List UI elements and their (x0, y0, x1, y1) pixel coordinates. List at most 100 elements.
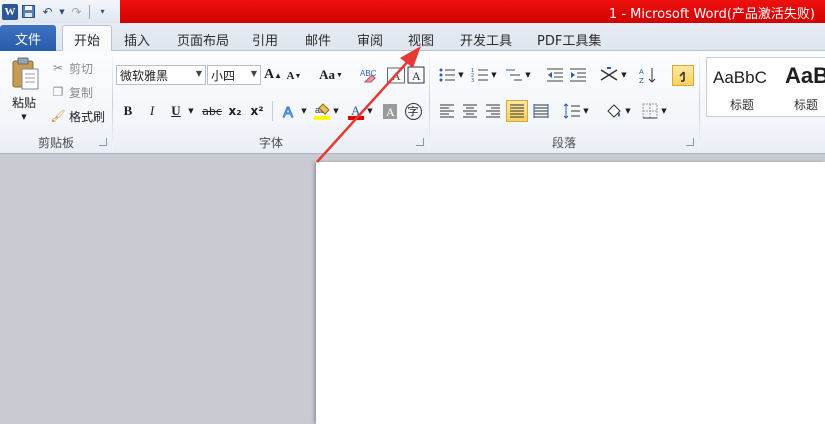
paste-button[interactable]: 粘贴 (8, 93, 40, 111)
font-name-value: 微软雅黑 (120, 68, 169, 83)
copy-button[interactable]: ❐ 复制 (50, 83, 93, 101)
svg-text:A: A (386, 105, 395, 119)
font-launcher-icon[interactable] (416, 138, 424, 146)
borders-icon[interactable] (640, 101, 660, 121)
paragraph-launcher-icon[interactable] (686, 138, 694, 146)
scissors-icon: ✂ (52, 61, 64, 75)
font-color-dropdown-icon[interactable]: ▼ (366, 103, 374, 119)
borders-dropdown-icon[interactable]: ▼ (660, 103, 668, 119)
tab-insert[interactable]: 插入 (124, 27, 150, 51)
style-heading-1[interactable]: AaBbC 标题 (707, 58, 777, 116)
change-case-button[interactable]: Aa ▼ (318, 65, 344, 85)
svg-text:Z: Z (639, 77, 644, 84)
char-border-icon[interactable]: A (406, 65, 426, 85)
bullets-dropdown-icon[interactable]: ▼ (457, 67, 465, 83)
shading-icon[interactable] (604, 101, 624, 121)
enclose-character-icon[interactable]: 字 (403, 101, 423, 121)
style-heading-2[interactable]: AaB 标题 (779, 58, 825, 116)
tab-references[interactable]: 引用 (252, 27, 278, 51)
underline-dropdown-icon[interactable]: ▼ (186, 103, 196, 119)
chinese-layout-icon[interactable] (598, 65, 620, 85)
superscript-button[interactable]: x² (248, 101, 266, 121)
strikethrough-button[interactable]: abc (200, 101, 224, 121)
quick-access-toolbar: W ↶ ▼ ↷ ▾ (2, 2, 111, 21)
copy-icon: ❐ (52, 85, 64, 99)
paste-icon[interactable] (8, 55, 42, 95)
multilevel-dropdown-icon[interactable]: ▼ (524, 67, 532, 83)
customize-qat-icon[interactable]: ▾ (94, 3, 111, 20)
tab-review[interactable]: 审阅 (357, 27, 383, 51)
bullets-icon[interactable] (437, 65, 457, 85)
format-painter-button[interactable]: 🖌 格式刷 (50, 107, 105, 125)
shrink-font-button[interactable]: A ▼ (286, 67, 302, 85)
undo-icon[interactable]: ↶ (39, 3, 56, 20)
multilevel-list-icon[interactable] (504, 65, 524, 85)
chinese-layout-dropdown-icon[interactable]: ▼ (620, 67, 628, 83)
tab-pdf-tools[interactable]: PDF工具集 (537, 27, 601, 51)
svg-text:A: A (351, 103, 361, 118)
numbering-icon[interactable]: 123 (470, 65, 490, 85)
shrink-font-label: A (286, 70, 295, 82)
align-left-icon[interactable] (437, 101, 457, 121)
group-separator (699, 55, 700, 151)
distributed-align-icon[interactable] (531, 101, 551, 121)
align-right-icon[interactable] (483, 101, 503, 121)
paragraph-group-label: 段落 (551, 136, 576, 150)
tab-home[interactable]: 开始 (62, 25, 113, 52)
copy-label: 复制 (69, 85, 94, 100)
font-row-separator (272, 101, 273, 121)
clipboard-launcher-icon[interactable] (99, 138, 107, 146)
align-center-icon[interactable] (460, 101, 480, 121)
underline-button[interactable]: U (166, 101, 186, 121)
paintbrush-icon: 🖌 (50, 109, 66, 123)
text-effects-dropdown-icon[interactable]: ▼ (300, 103, 308, 119)
undo-dropdown-icon[interactable]: ▼ (58, 3, 66, 20)
document-page[interactable] (316, 162, 825, 424)
highlight-dropdown-icon[interactable]: ▼ (332, 103, 340, 119)
tab-view[interactable]: 视图 (408, 27, 434, 51)
tab-developer[interactable]: 开发工具 (460, 27, 512, 51)
shading-dropdown-icon[interactable]: ▼ (624, 103, 632, 119)
line-spacing-icon[interactable] (562, 101, 582, 121)
svg-text:3: 3 (471, 78, 474, 83)
ribbon: 粘贴 ▼ ✂ 剪切 ❐ 复制 🖌 格式刷 剪贴板 微软雅黑 ▼ 小四 ▼ A ▲ … (0, 51, 825, 154)
chevron-down-icon[interactable]: ▼ (251, 69, 257, 78)
word-app-icon[interactable]: W (2, 3, 18, 20)
bold-button[interactable]: B (118, 101, 138, 121)
change-case-label: Aa (319, 67, 335, 82)
tab-file[interactable]: 文件 (0, 25, 56, 51)
grow-font-button[interactable]: A ▲ (264, 65, 282, 85)
clipboard-group-label: 剪贴板 (37, 136, 74, 150)
tab-page-layout[interactable]: 页面布局 (177, 27, 229, 51)
subscript-button[interactable]: x₂ (226, 101, 244, 121)
show-formatting-marks-button[interactable] (672, 65, 694, 86)
svg-text:A: A (412, 69, 421, 83)
sort-icon[interactable]: AZ (638, 65, 658, 85)
svg-text:A: A (639, 68, 644, 76)
font-name-combo[interactable]: 微软雅黑 ▼ (116, 65, 206, 85)
style-sample: AaB (785, 63, 825, 88)
char-shading-icon[interactable]: A (386, 65, 406, 85)
highlight-icon[interactable]: ab (312, 101, 332, 121)
text-effects-icon[interactable]: A (280, 101, 300, 121)
cut-button[interactable]: ✂ 剪切 (50, 59, 93, 77)
chevron-down-icon[interactable]: ▼ (196, 69, 202, 78)
clear-formatting-icon[interactable]: ABC (358, 65, 378, 85)
char-shading-gray-icon[interactable]: A (380, 101, 400, 121)
italic-button[interactable]: I (142, 101, 162, 121)
font-size-combo[interactable]: 小四 ▼ (207, 65, 261, 85)
save-icon[interactable] (20, 3, 37, 20)
svg-text:A: A (283, 104, 293, 120)
title-bar: W ↶ ▼ ↷ ▾ 1 - Microsoft Word(产品激活失败) (0, 0, 825, 23)
decrease-indent-icon[interactable] (545, 65, 565, 85)
line-spacing-dropdown-icon[interactable]: ▼ (582, 103, 590, 119)
tab-mailings[interactable]: 邮件 (305, 27, 331, 51)
justify-icon[interactable] (506, 100, 528, 122)
font-color-icon[interactable]: A (346, 101, 366, 121)
numbering-dropdown-icon[interactable]: ▼ (490, 67, 498, 83)
paste-dropdown-icon[interactable]: ▼ (18, 111, 30, 123)
svg-text:A: A (392, 69, 401, 83)
increase-indent-icon[interactable] (568, 65, 588, 85)
redo-icon[interactable]: ↷ (68, 3, 85, 20)
enclose-character-label: 字 (404, 102, 422, 120)
